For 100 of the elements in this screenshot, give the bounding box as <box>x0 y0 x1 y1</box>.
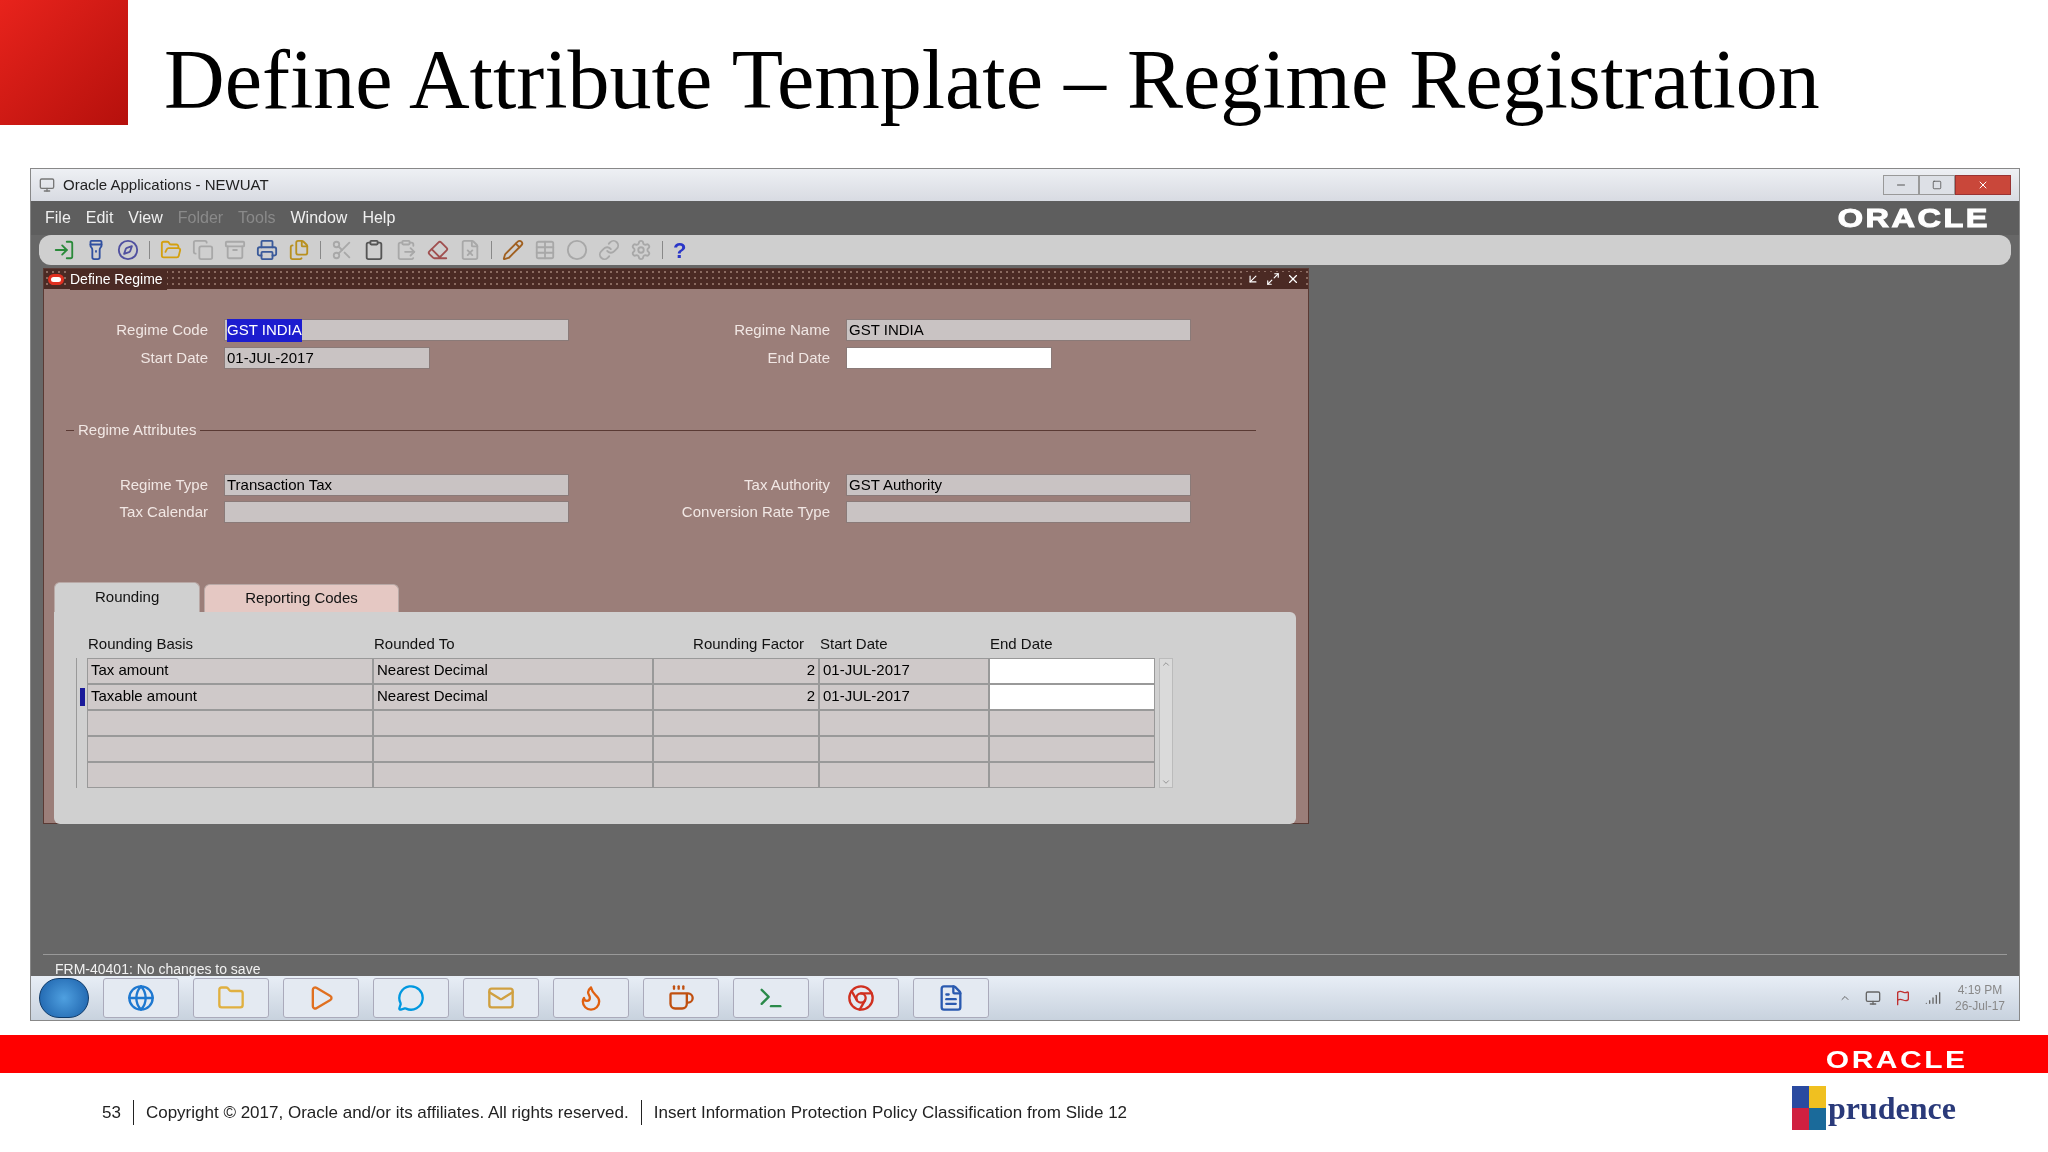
printer-icon[interactable] <box>256 239 278 261</box>
folder-icon <box>217 984 245 1012</box>
table-cell[interactable] <box>989 709 1155 736</box>
prudence-logo: prudence <box>1792 1083 1956 1132</box>
clock-date: 26-Jul-17 <box>1954 998 2005 1014</box>
field-label: End Date <box>766 347 830 368</box>
table-cell[interactable] <box>989 735 1155 762</box>
input-field[interactable]: 01-JUL-2017 <box>224 346 430 369</box>
table-cell[interactable]: Taxable amount <box>87 683 373 710</box>
table-cell[interactable] <box>653 709 819 736</box>
column-header: Rounding Factor <box>692 634 805 654</box>
exit-icon[interactable] <box>53 239 75 261</box>
section-title: Regime Attributes <box>77 420 198 440</box>
input-field[interactable] <box>224 501 569 524</box>
menu-item[interactable]: Edit <box>85 206 114 230</box>
input-field[interactable]: GST INDIA <box>846 319 1191 342</box>
menu-item[interactable]: File <box>45 206 71 230</box>
close-icon <box>1977 179 1989 191</box>
status-message: FRM-40401: No changes to save <box>54 961 261 977</box>
scrollbar[interactable] <box>1159 657 1173 788</box>
field-label: Tax Calendar <box>118 502 208 522</box>
pencil-icon[interactable] <box>502 239 524 261</box>
table-cell[interactable] <box>373 761 653 788</box>
globe-icon <box>127 984 155 1012</box>
oracle-logo: ORACLE <box>1825 1047 1968 1073</box>
flag-icon[interactable] <box>1894 990 1911 1006</box>
close-button[interactable] <box>1955 175 2011 195</box>
taskbar-button[interactable] <box>553 978 629 1018</box>
field-label: Regime Type <box>118 474 208 495</box>
signal-icon[interactable] <box>1924 990 1941 1006</box>
classification-text: Insert Information Protection Policy Classification from Slide 12 <box>652 1101 1128 1124</box>
table-cell[interactable]: 01-JUL-2017 <box>819 657 989 684</box>
taskbar-button[interactable] <box>283 978 359 1018</box>
table-cell[interactable] <box>819 709 989 736</box>
table-cell[interactable] <box>87 709 373 736</box>
input-field[interactable] <box>846 346 1052 369</box>
table-cell[interactable] <box>87 735 373 762</box>
table-cell[interactable]: 2 <box>653 657 819 684</box>
menu-item[interactable]: Help <box>362 206 396 230</box>
close-icon[interactable] <box>1286 272 1300 286</box>
taskbar-button[interactable] <box>733 978 809 1018</box>
chrome-icon <box>847 984 875 1012</box>
page-number: 53 <box>102 1099 134 1126</box>
maximize-icon[interactable] <box>1266 272 1280 286</box>
table-cell[interactable]: 2 <box>653 683 819 710</box>
menu-item[interactable]: Window <box>290 206 348 230</box>
clock-time: 4:19 PM <box>1957 982 2003 998</box>
field-label: Regime Code <box>115 320 208 340</box>
brand-logo: ORACLE <box>1838 201 1991 235</box>
table-cell[interactable] <box>653 735 819 762</box>
maximize-button[interactable] <box>1919 175 1955 195</box>
table-cell[interactable] <box>87 761 373 788</box>
app-icon <box>39 177 55 193</box>
copyright-text: Copyright © 2017, Oracle and/or its affiliates. All rights reserved. <box>133 1099 642 1126</box>
compass-icon[interactable] <box>117 239 139 261</box>
field-label: Regime Name <box>733 320 830 340</box>
form-title: Define Regime <box>70 268 167 290</box>
table-cell[interactable]: Tax amount <box>87 657 373 684</box>
minimize-button[interactable] <box>1883 175 1919 195</box>
column-header: End Date <box>989 634 1054 654</box>
table-cell[interactable] <box>989 657 1155 684</box>
clipboard-icon[interactable] <box>363 239 385 261</box>
window-title: Oracle Applications - NEWUAT <box>63 174 269 195</box>
folder-icon[interactable] <box>160 239 182 261</box>
files-icon[interactable] <box>288 239 310 261</box>
column-header: Start Date <box>819 634 889 654</box>
chat-icon <box>397 984 425 1012</box>
taskbar-button[interactable] <box>823 978 899 1018</box>
help-button[interactable]: ? <box>673 233 687 267</box>
table-cell[interactable] <box>653 761 819 788</box>
field-label: Start Date <box>139 347 208 368</box>
field-label: Tax Authority <box>743 474 830 495</box>
start-button[interactable] <box>39 978 89 1018</box>
maximize-icon <box>1932 180 1942 190</box>
input-field[interactable]: GST INDIA <box>224 319 569 342</box>
table-cell[interactable]: 01-JUL-2017 <box>819 683 989 710</box>
table-cell[interactable] <box>989 761 1155 788</box>
column-header: Rounded To <box>373 634 456 654</box>
column-header: Rounding Basis <box>87 634 195 654</box>
table-cell[interactable] <box>989 683 1155 710</box>
tab[interactable]: Reporting Codes <box>204 583 399 612</box>
menu-item[interactable]: View <box>128 206 163 230</box>
eraser-icon[interactable] <box>427 239 449 261</box>
table-cell[interactable] <box>819 735 989 762</box>
cup-icon <box>667 984 695 1012</box>
input-field[interactable]: GST Authority <box>846 473 1191 496</box>
taskbar-button[interactable] <box>373 978 449 1018</box>
network-icon[interactable] <box>1864 990 1881 1006</box>
table-cell[interactable] <box>373 709 653 736</box>
table-cell[interactable]: Nearest Decimal <box>373 657 653 684</box>
taskbar-button[interactable] <box>103 978 179 1018</box>
table-cell[interactable] <box>373 735 653 762</box>
input-field[interactable]: Transaction Tax <box>224 473 569 496</box>
taskbar-button[interactable] <box>643 978 719 1018</box>
table-cell[interactable]: Nearest Decimal <box>373 683 653 710</box>
taskbar-button[interactable] <box>913 978 989 1018</box>
tab[interactable]: Rounding <box>54 581 201 612</box>
table-cell[interactable] <box>819 761 989 788</box>
oracle-icon <box>48 273 64 285</box>
input-field[interactable] <box>846 501 1191 524</box>
